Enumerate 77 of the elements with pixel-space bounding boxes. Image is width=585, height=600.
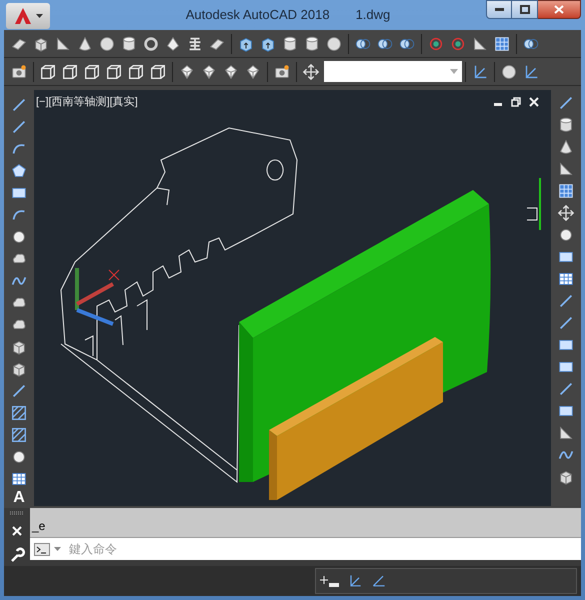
- hatch-icon: [10, 404, 28, 422]
- minimize-icon: [494, 8, 504, 11]
- grid-icon: [557, 182, 575, 200]
- table-icon: [10, 470, 28, 488]
- wedge-icon: [54, 34, 72, 52]
- diamond-solid-icon: [164, 34, 182, 52]
- maximize-button[interactable]: [512, 0, 538, 19]
- command-input[interactable]: 鍵入命令: [30, 537, 581, 560]
- dropdown-field[interactable]: [324, 61, 462, 82]
- close-icon: [554, 5, 564, 14]
- line-icon: [557, 94, 575, 112]
- restore-icon: [520, 5, 530, 14]
- grid-icon: [493, 34, 511, 52]
- app-menu-button[interactable]: [6, 3, 50, 29]
- wire-cube-icon: [127, 62, 145, 80]
- cube-icon: [10, 360, 28, 378]
- viewport-label[interactable]: [−][西南等轴测][真实]: [36, 94, 138, 110]
- line-icon: [10, 382, 28, 400]
- line-icon: [557, 314, 575, 332]
- move-icon: [557, 204, 575, 222]
- line-icon: [557, 292, 575, 310]
- wire-cube-icon: [83, 62, 101, 80]
- cube-icon: [10, 338, 28, 356]
- camera-icon: [273, 62, 291, 80]
- add-icon[interactable]: [320, 573, 340, 589]
- diamond-icon: [200, 62, 218, 80]
- app-logo-icon: [13, 6, 33, 26]
- circle-icon: [10, 228, 28, 246]
- drawing-viewport[interactable]: [−][西南等轴测][真实]: [34, 90, 551, 506]
- wire-cube-icon: [105, 62, 123, 80]
- dropdown-arrow-icon: [450, 69, 458, 74]
- ring-icon: [142, 34, 160, 52]
- restore-icon[interactable]: [511, 97, 521, 108]
- wedge-icon: [471, 34, 489, 52]
- ucs-axes-icon: [75, 268, 120, 326]
- command-field[interactable]: 鍵入命令: [69, 540, 577, 558]
- command-prompt-icon: [34, 542, 50, 556]
- sphere-icon: [500, 62, 518, 80]
- circle-icon: [10, 448, 28, 466]
- circle-icon: [557, 226, 575, 244]
- line-icon: [557, 380, 575, 398]
- wedge-icon: [557, 160, 575, 178]
- sphere-icon: [98, 34, 116, 52]
- diamond-icon: [222, 62, 240, 80]
- table-icon: [557, 270, 575, 288]
- close-icon[interactable]: [529, 97, 539, 108]
- command-history: _e: [32, 518, 46, 535]
- caret-icon: [54, 547, 61, 551]
- diamond-icon: [178, 62, 196, 80]
- camera-icon: [10, 62, 28, 80]
- hatch-icon: [10, 426, 28, 444]
- cylinder-icon: [281, 34, 299, 52]
- cylinder-icon: [557, 116, 575, 134]
- window-title: Autodesk AutoCAD 2018: [186, 6, 330, 24]
- sphere-icon: [325, 34, 343, 52]
- text-tool-button[interactable]: A: [8, 490, 30, 506]
- minimize-button[interactable]: [486, 0, 512, 19]
- wire-cube-icon: [39, 62, 57, 80]
- cone-icon: [557, 138, 575, 156]
- move-icon: [302, 62, 320, 80]
- grip-icon[interactable]: [9, 511, 25, 515]
- cylinder-icon: [303, 34, 321, 52]
- wire-cube-icon: [61, 62, 79, 80]
- cube-icon: [557, 468, 575, 486]
- toolbar-button[interactable]: [555, 202, 577, 224]
- close-button[interactable]: [538, 0, 581, 19]
- wrench-icon[interactable]: [9, 547, 25, 563]
- wedge-icon: [557, 424, 575, 442]
- document-name: 1.dwg: [356, 6, 390, 24]
- cone-icon: [76, 34, 94, 52]
- caret-icon: [36, 14, 43, 18]
- line-icon: [10, 96, 28, 114]
- polygon-icon: [10, 162, 28, 180]
- line-icon: [10, 118, 28, 136]
- diamond-icon: [244, 62, 262, 80]
- wire-cube-icon: [149, 62, 167, 80]
- cylinder-icon: [120, 34, 138, 52]
